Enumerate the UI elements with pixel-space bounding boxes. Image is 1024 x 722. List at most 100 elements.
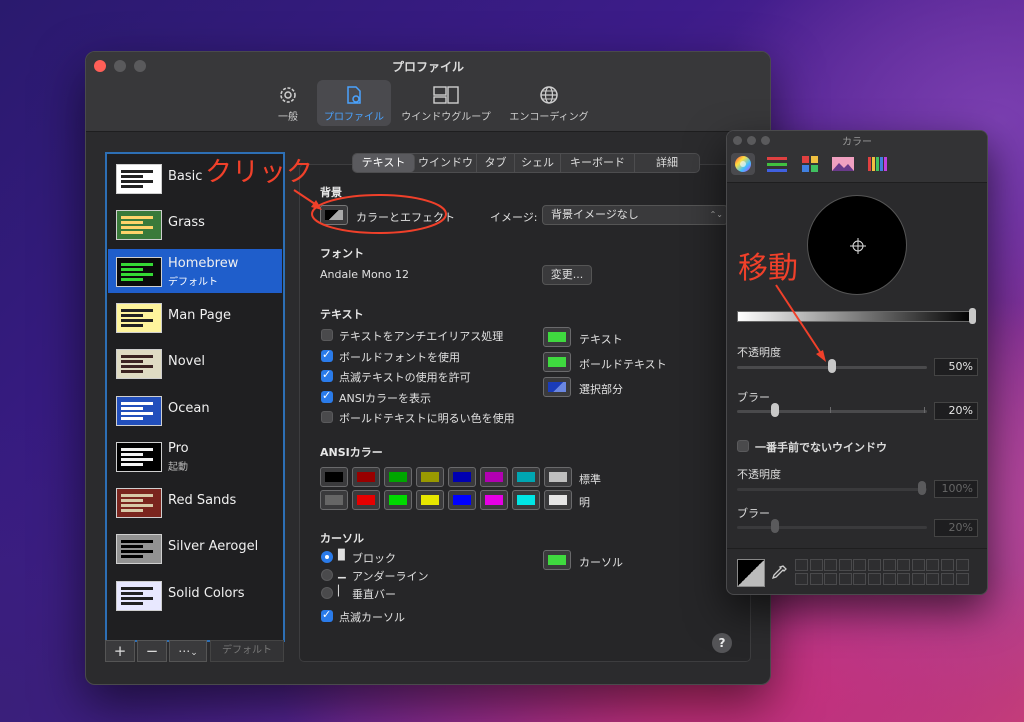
ansi-normal-color-well[interactable] [480, 467, 508, 487]
inactive-opacity-slider[interactable] [737, 488, 927, 491]
inactive-opacity-knob[interactable] [918, 481, 926, 495]
cursor-style-radio[interactable] [321, 587, 333, 599]
color-swatch-cell[interactable] [926, 559, 940, 571]
cursor-style-radio[interactable] [321, 569, 333, 581]
add-profile-button[interactable]: + [105, 640, 135, 662]
ansi-normal-color-well[interactable] [448, 467, 476, 487]
remove-profile-button[interactable]: − [137, 640, 167, 662]
profile-item-novel[interactable]: Novel [108, 341, 282, 385]
eyedropper-icon[interactable] [769, 563, 789, 583]
cursor-color-well[interactable] [543, 550, 571, 570]
color-swatch-cell[interactable] [824, 573, 838, 585]
tab-text[interactable]: テキスト [353, 154, 415, 172]
blink-cursor-checkbox[interactable] [321, 608, 333, 622]
profile-item-homebrew[interactable]: Homebrew デフォルト [108, 248, 282, 293]
text-color-well[interactable] [543, 377, 571, 397]
color-swatch-cell[interactable] [809, 573, 823, 585]
ansi-normal-color-well[interactable] [384, 467, 412, 487]
cursor-style-radio[interactable] [321, 551, 333, 563]
profile-item-solid-colors[interactable]: Solid Colors [108, 573, 282, 617]
profile-list[interactable]: Basic Grass Homebrew デフォルト Man Page Novel Ocea… [105, 152, 285, 642]
set-default-button[interactable]: デフォルト [210, 640, 284, 662]
profile-item-silver-aerogel[interactable]: Silver Aerogel [108, 526, 282, 570]
color-swatch-cell[interactable] [941, 559, 954, 571]
color-wheel-tab[interactable] [731, 153, 755, 175]
color-palette-tab[interactable] [799, 153, 823, 175]
inactive-opacity-value-field[interactable]: 100% [934, 480, 978, 498]
blur-slider[interactable] [737, 410, 927, 413]
color-swatch-cell[interactable] [809, 559, 823, 571]
color-swatch-cell[interactable] [955, 573, 969, 585]
tab-advanced[interactable]: 詳細 [635, 154, 699, 172]
image-palette-tab[interactable] [831, 153, 855, 175]
color-swatch-cell[interactable] [824, 559, 838, 571]
pencils-tab[interactable] [865, 153, 889, 175]
color-swatch-cell[interactable] [795, 559, 808, 571]
color-swatch-grid[interactable] [795, 559, 975, 589]
inactive-blur-value-field[interactable]: 20% [934, 519, 978, 537]
profile-item-ocean[interactable]: Ocean [108, 388, 282, 432]
ansi-normal-color-well[interactable] [544, 467, 572, 487]
ansi-bright-color-well[interactable] [352, 490, 380, 510]
tab-window[interactable]: ウインドウ [415, 154, 477, 172]
ansi-bright-color-well[interactable] [448, 490, 476, 510]
background-image-select[interactable]: 背景イメージなし ⌃⌄ [542, 205, 728, 225]
ansi-bright-color-well[interactable] [512, 490, 540, 510]
color-swatch-cell[interactable] [882, 559, 896, 571]
brightness-slider[interactable] [737, 311, 973, 322]
current-color-well[interactable] [737, 559, 765, 587]
toolbar-general[interactable]: 一般 [266, 80, 310, 126]
color-swatch-cell[interactable] [853, 559, 867, 571]
ansi-bright-color-well[interactable] [384, 490, 412, 510]
text-color-well[interactable] [543, 327, 571, 347]
toolbar-profiles[interactable]: プロファイル [317, 80, 391, 126]
ansi-normal-color-well[interactable] [512, 467, 540, 487]
blur-value-field[interactable]: 20% [934, 402, 978, 420]
color-swatch-cell[interactable] [926, 573, 940, 585]
tab-keyboard[interactable]: キーボード [561, 154, 635, 172]
color-swatch-cell[interactable] [838, 573, 852, 585]
text-option-checkbox[interactable] [321, 348, 333, 362]
inactive-blur-knob[interactable] [771, 519, 779, 533]
color-swatch-cell[interactable] [882, 573, 896, 585]
background-color-well[interactable] [320, 205, 348, 225]
color-swatch-cell[interactable] [897, 559, 911, 571]
brightness-knob[interactable] [969, 308, 976, 324]
ansi-normal-color-well[interactable] [352, 467, 380, 487]
tab-tab[interactable]: タブ [477, 154, 515, 172]
ansi-bright-color-well[interactable] [480, 490, 508, 510]
text-option-checkbox[interactable] [321, 389, 333, 403]
ansi-normal-color-well[interactable] [416, 467, 444, 487]
text-option-checkbox[interactable] [321, 368, 333, 382]
color-swatch-cell[interactable] [853, 573, 867, 585]
color-swatch-cell[interactable] [941, 573, 954, 585]
inactive-window-checkbox[interactable] [737, 440, 749, 452]
text-color-well[interactable] [543, 352, 571, 372]
color-wheel[interactable] [807, 195, 907, 295]
profile-item-grass[interactable]: Grass [108, 202, 282, 246]
profile-item-pro[interactable]: Pro 起動 [108, 434, 282, 478]
profile-actions-menu[interactable]: ⋯⌄ [169, 640, 207, 662]
ansi-bright-color-well[interactable] [416, 490, 444, 510]
color-swatch-cell[interactable] [838, 559, 852, 571]
inactive-blur-slider[interactable] [737, 526, 927, 529]
tab-shell[interactable]: シェル [515, 154, 561, 172]
opacity-value-field[interactable]: 50% [934, 358, 978, 376]
color-swatch-cell[interactable] [955, 559, 969, 571]
color-swatch-cell[interactable] [897, 573, 911, 585]
color-swatch-cell[interactable] [868, 573, 881, 585]
text-option-checkbox[interactable] [321, 411, 333, 423]
color-swatch-cell[interactable] [795, 573, 808, 585]
change-font-button[interactable]: 変更... [542, 265, 592, 285]
color-sliders-tab[interactable] [765, 153, 789, 175]
opacity-knob[interactable] [828, 359, 836, 373]
color-swatch-cell[interactable] [868, 559, 881, 571]
blur-knob[interactable] [771, 403, 779, 417]
ansi-bright-color-well[interactable] [544, 490, 572, 510]
color-swatch-cell[interactable] [911, 559, 925, 571]
ansi-normal-color-well[interactable] [320, 467, 348, 487]
profile-item-red-sands[interactable]: Red Sands [108, 480, 282, 524]
toolbar-encodings[interactable]: エンコーディング [503, 80, 595, 126]
toolbar-window-groups[interactable]: ウインドウグループ [396, 80, 496, 126]
help-button[interactable]: ? [712, 633, 732, 653]
